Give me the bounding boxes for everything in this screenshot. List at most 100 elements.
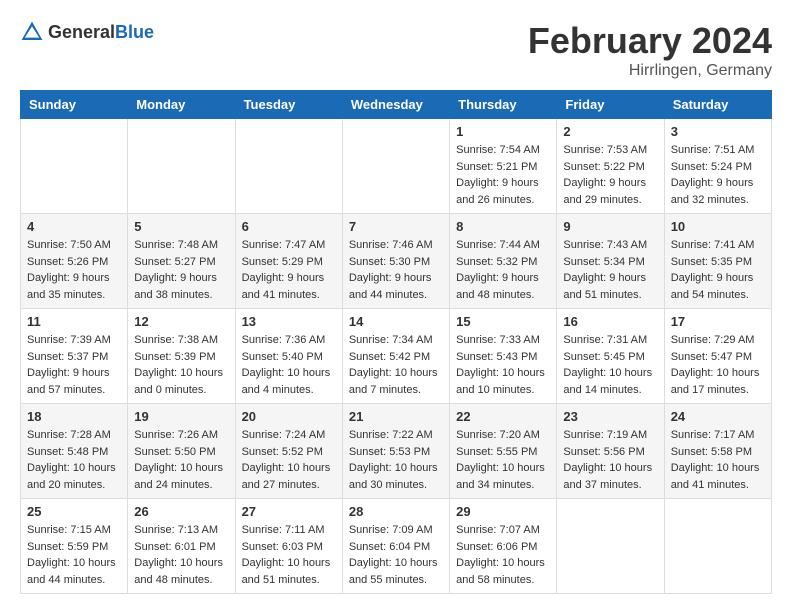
day-number: 21 <box>349 409 443 424</box>
day-number: 7 <box>349 219 443 234</box>
day-number: 18 <box>27 409 121 424</box>
month-title: February 2024 <box>528 20 772 62</box>
day-info: Sunrise: 7:28 AM Sunset: 5:48 PM Dayligh… <box>27 427 121 493</box>
day-info: Sunrise: 7:19 AM Sunset: 5:56 PM Dayligh… <box>563 427 657 493</box>
day-cell: 18 Sunrise: 7:28 AM Sunset: 5:48 PM Dayli… <box>21 404 128 499</box>
day-info: Sunrise: 7:50 AM Sunset: 5:26 PM Dayligh… <box>27 237 121 303</box>
week-row-5: 25 Sunrise: 7:15 AM Sunset: 5:59 PM Dayli… <box>21 499 772 594</box>
day-number: 1 <box>456 124 550 139</box>
day-info: Sunrise: 7:41 AM Sunset: 5:35 PM Dayligh… <box>671 237 765 303</box>
col-header-thursday: Thursday <box>450 91 557 119</box>
day-cell <box>235 119 342 214</box>
week-row-2: 4 Sunrise: 7:50 AM Sunset: 5:26 PM Daylig… <box>21 214 772 309</box>
day-cell: 9 Sunrise: 7:43 AM Sunset: 5:34 PM Daylig… <box>557 214 664 309</box>
day-number: 19 <box>134 409 228 424</box>
day-number: 2 <box>563 124 657 139</box>
day-number: 15 <box>456 314 550 329</box>
day-info: Sunrise: 7:11 AM Sunset: 6:03 PM Dayligh… <box>242 522 336 588</box>
calendar-table: SundayMondayTuesdayWednesdayThursdayFrid… <box>20 90 772 594</box>
col-header-wednesday: Wednesday <box>342 91 449 119</box>
day-cell: 2 Sunrise: 7:53 AM Sunset: 5:22 PM Daylig… <box>557 119 664 214</box>
day-cell: 20Sunrise: 7:24 AM Sunset: 5:52 PM Dayli… <box>235 404 342 499</box>
col-header-tuesday: Tuesday <box>235 91 342 119</box>
day-cell <box>21 119 128 214</box>
day-cell: 3 Sunrise: 7:51 AM Sunset: 5:24 PM Daylig… <box>664 119 771 214</box>
day-cell <box>557 499 664 594</box>
day-number: 17 <box>671 314 765 329</box>
day-number: 26 <box>134 504 228 519</box>
col-header-monday: Monday <box>128 91 235 119</box>
day-info: Sunrise: 7:51 AM Sunset: 5:24 PM Dayligh… <box>671 142 765 208</box>
week-row-3: 11 Sunrise: 7:39 AM Sunset: 5:37 PM Dayli… <box>21 309 772 404</box>
day-info: Sunrise: 7:07 AM Sunset: 6:06 PM Dayligh… <box>456 522 550 588</box>
col-header-saturday: Saturday <box>664 91 771 119</box>
day-info: Sunrise: 7:29 AM Sunset: 5:47 PM Dayligh… <box>671 332 765 398</box>
day-cell: 7Sunrise: 7:46 AM Sunset: 5:30 PM Daylig… <box>342 214 449 309</box>
day-cell: 27 Sunrise: 7:11 AM Sunset: 6:03 PM Dayli… <box>235 499 342 594</box>
calendar-body: 1 Sunrise: 7:54 AM Sunset: 5:21 PM Daylig… <box>21 119 772 594</box>
logo-icon <box>20 20 44 44</box>
day-info: Sunrise: 7:13 AM Sunset: 6:01 PM Dayligh… <box>134 522 228 588</box>
day-number: 24 <box>671 409 765 424</box>
day-cell <box>128 119 235 214</box>
day-info: Sunrise: 7:48 AM Sunset: 5:27 PM Dayligh… <box>134 237 228 303</box>
day-info: Sunrise: 7:31 AM Sunset: 5:45 PM Dayligh… <box>563 332 657 398</box>
day-number: 13 <box>242 314 336 329</box>
day-info: Sunrise: 7:20 AM Sunset: 5:55 PM Dayligh… <box>456 427 550 493</box>
day-cell: 16 Sunrise: 7:31 AM Sunset: 5:45 PM Dayli… <box>557 309 664 404</box>
day-cell: 21Sunrise: 7:22 AM Sunset: 5:53 PM Dayli… <box>342 404 449 499</box>
day-cell: 13 Sunrise: 7:36 AM Sunset: 5:40 PM Dayli… <box>235 309 342 404</box>
day-number: 27 <box>242 504 336 519</box>
day-number: 8 <box>456 219 550 234</box>
logo: GeneralBlue <box>20 20 154 44</box>
day-info: Sunrise: 7:15 AM Sunset: 5:59 PM Dayligh… <box>27 522 121 588</box>
day-cell: 11 Sunrise: 7:39 AM Sunset: 5:37 PM Dayli… <box>21 309 128 404</box>
day-cell: 15 Sunrise: 7:33 AM Sunset: 5:43 PM Dayli… <box>450 309 557 404</box>
day-number: 25 <box>27 504 121 519</box>
day-info: Sunrise: 7:44 AM Sunset: 5:32 PM Dayligh… <box>456 237 550 303</box>
day-cell: 23 Sunrise: 7:19 AM Sunset: 5:56 PM Dayli… <box>557 404 664 499</box>
day-cell: 12Sunrise: 7:38 AM Sunset: 5:39 PM Dayli… <box>128 309 235 404</box>
day-info: Sunrise: 7:53 AM Sunset: 5:22 PM Dayligh… <box>563 142 657 208</box>
day-cell: 28Sunrise: 7:09 AM Sunset: 6:04 PM Dayli… <box>342 499 449 594</box>
day-info: Sunrise: 7:26 AM Sunset: 5:50 PM Dayligh… <box>134 427 228 493</box>
logo-text-general: General <box>48 22 115 42</box>
day-info: Sunrise: 7:09 AM Sunset: 6:04 PM Dayligh… <box>349 522 443 588</box>
day-info: Sunrise: 7:43 AM Sunset: 5:34 PM Dayligh… <box>563 237 657 303</box>
day-info: Sunrise: 7:34 AM Sunset: 5:42 PM Dayligh… <box>349 332 443 398</box>
day-number: 3 <box>671 124 765 139</box>
day-number: 23 <box>563 409 657 424</box>
calendar-header: SundayMondayTuesdayWednesdayThursdayFrid… <box>21 91 772 119</box>
week-row-1: 1 Sunrise: 7:54 AM Sunset: 5:21 PM Daylig… <box>21 119 772 214</box>
day-number: 12 <box>134 314 228 329</box>
day-cell <box>664 499 771 594</box>
header: GeneralBlue February 2024 Hirrlingen, Ge… <box>20 20 772 80</box>
day-number: 14 <box>349 314 443 329</box>
day-number: 11 <box>27 314 121 329</box>
day-cell: 19 Sunrise: 7:26 AM Sunset: 5:50 PM Dayli… <box>128 404 235 499</box>
day-cell <box>342 119 449 214</box>
day-number: 4 <box>27 219 121 234</box>
day-number: 9 <box>563 219 657 234</box>
day-cell: 4 Sunrise: 7:50 AM Sunset: 5:26 PM Daylig… <box>21 214 128 309</box>
day-number: 6 <box>242 219 336 234</box>
day-info: Sunrise: 7:54 AM Sunset: 5:21 PM Dayligh… <box>456 142 550 208</box>
day-number: 5 <box>134 219 228 234</box>
location-title: Hirrlingen, Germany <box>528 62 772 80</box>
day-number: 16 <box>563 314 657 329</box>
day-info: Sunrise: 7:33 AM Sunset: 5:43 PM Dayligh… <box>456 332 550 398</box>
day-cell: 5 Sunrise: 7:48 AM Sunset: 5:27 PM Daylig… <box>128 214 235 309</box>
logo-text-blue: Blue <box>115 22 154 42</box>
day-info: Sunrise: 7:39 AM Sunset: 5:37 PM Dayligh… <box>27 332 121 398</box>
day-number: 20 <box>242 409 336 424</box>
day-cell: 24Sunrise: 7:17 AM Sunset: 5:58 PM Dayli… <box>664 404 771 499</box>
col-header-sunday: Sunday <box>21 91 128 119</box>
day-cell: 14 Sunrise: 7:34 AM Sunset: 5:42 PM Dayli… <box>342 309 449 404</box>
day-cell: 25 Sunrise: 7:15 AM Sunset: 5:59 PM Dayli… <box>21 499 128 594</box>
day-info: Sunrise: 7:36 AM Sunset: 5:40 PM Dayligh… <box>242 332 336 398</box>
col-header-friday: Friday <box>557 91 664 119</box>
header-row: SundayMondayTuesdayWednesdayThursdayFrid… <box>21 91 772 119</box>
day-cell: 8 Sunrise: 7:44 AM Sunset: 5:32 PM Daylig… <box>450 214 557 309</box>
day-cell: 22Sunrise: 7:20 AM Sunset: 5:55 PM Dayli… <box>450 404 557 499</box>
title-area: February 2024 Hirrlingen, Germany <box>528 20 772 80</box>
